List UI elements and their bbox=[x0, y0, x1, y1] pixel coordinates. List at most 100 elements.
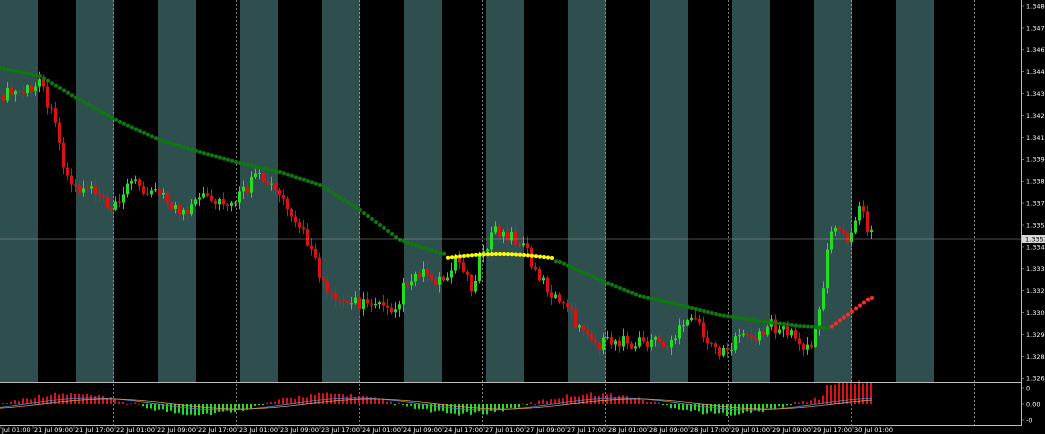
candle-body[interactable] bbox=[166, 192, 169, 203]
candle-body[interactable] bbox=[422, 269, 425, 277]
candle-body[interactable] bbox=[254, 173, 257, 177]
candle-body[interactable] bbox=[670, 340, 673, 348]
candle-body[interactable] bbox=[370, 303, 373, 305]
candle-body[interactable] bbox=[686, 320, 689, 326]
candle-body[interactable] bbox=[206, 193, 209, 196]
candle-body[interactable] bbox=[430, 274, 433, 280]
candle-body[interactable] bbox=[754, 337, 757, 341]
candle-body[interactable] bbox=[582, 325, 585, 331]
candle-body[interactable] bbox=[718, 347, 721, 356]
candle-body[interactable] bbox=[674, 338, 677, 341]
candle-body[interactable] bbox=[394, 309, 397, 313]
candle-body[interactable] bbox=[814, 328, 817, 347]
candle-body[interactable] bbox=[490, 232, 493, 250]
candle-body[interactable] bbox=[246, 186, 249, 193]
candle-body[interactable] bbox=[758, 331, 761, 341]
candle-body[interactable] bbox=[710, 343, 713, 345]
candle-body[interactable] bbox=[306, 229, 309, 246]
candle-body[interactable] bbox=[550, 292, 553, 298]
candle-body[interactable] bbox=[338, 299, 341, 301]
candle-body[interactable] bbox=[698, 318, 701, 323]
candle-body[interactable] bbox=[470, 274, 473, 292]
candle-body[interactable] bbox=[242, 186, 245, 192]
candle-body[interactable] bbox=[178, 204, 181, 215]
candle-body[interactable] bbox=[70, 175, 73, 185]
candle-body[interactable] bbox=[682, 325, 685, 327]
candle-body[interactable] bbox=[726, 347, 729, 351]
candle-body[interactable] bbox=[2, 94, 5, 101]
candle-body[interactable] bbox=[90, 186, 93, 189]
candle-body[interactable] bbox=[546, 277, 549, 293]
candle-body[interactable] bbox=[794, 330, 797, 339]
candle-body[interactable] bbox=[6, 87, 9, 101]
candle-body[interactable] bbox=[554, 294, 557, 298]
candle-body[interactable] bbox=[282, 195, 285, 199]
candle-body[interactable] bbox=[542, 277, 545, 281]
candle-body[interactable] bbox=[666, 347, 669, 349]
candle-body[interactable] bbox=[658, 336, 661, 343]
candle-body[interactable] bbox=[450, 270, 453, 278]
candle-body[interactable] bbox=[594, 340, 597, 343]
candle-body[interactable] bbox=[762, 331, 765, 335]
candle-body[interactable] bbox=[398, 304, 401, 310]
candle-body[interactable] bbox=[778, 329, 781, 333]
candle-body[interactable] bbox=[862, 206, 865, 212]
candle-body[interactable] bbox=[734, 336, 737, 350]
candle-body[interactable] bbox=[826, 249, 829, 289]
candle-body[interactable] bbox=[446, 277, 449, 281]
candle-body[interactable] bbox=[690, 317, 693, 321]
candle-body[interactable] bbox=[798, 338, 801, 345]
candle-body[interactable] bbox=[822, 288, 825, 310]
candle-body[interactable] bbox=[598, 342, 601, 351]
candle-body[interactable] bbox=[486, 249, 489, 252]
candle-body[interactable] bbox=[438, 276, 441, 285]
candle-body[interactable] bbox=[218, 199, 221, 205]
candle-body[interactable] bbox=[382, 302, 385, 306]
candle-body[interactable] bbox=[442, 276, 445, 281]
candle-body[interactable] bbox=[566, 303, 569, 308]
candle-body[interactable] bbox=[154, 189, 157, 191]
candle-body[interactable] bbox=[198, 197, 201, 200]
candle-body[interactable] bbox=[810, 344, 813, 347]
candle-body[interactable] bbox=[414, 273, 417, 282]
candle-body[interactable] bbox=[630, 343, 633, 349]
candle-body[interactable] bbox=[274, 183, 277, 191]
candle-body[interactable] bbox=[538, 268, 541, 281]
candle-body[interactable] bbox=[418, 273, 421, 277]
candle-body[interactable] bbox=[30, 85, 33, 91]
candle-body[interactable] bbox=[26, 85, 29, 94]
candle-body[interactable] bbox=[854, 220, 857, 233]
candle-body[interactable] bbox=[614, 340, 617, 345]
candle-body[interactable] bbox=[262, 172, 265, 182]
candle-body[interactable] bbox=[210, 195, 213, 201]
candle-body[interactable] bbox=[294, 216, 297, 223]
candle-body[interactable] bbox=[534, 266, 537, 269]
candle-body[interactable] bbox=[738, 335, 741, 337]
candle-body[interactable] bbox=[86, 188, 89, 190]
candle-body[interactable] bbox=[662, 342, 665, 348]
candle-body[interactable] bbox=[62, 142, 65, 168]
candle-body[interactable] bbox=[74, 184, 77, 187]
candle-body[interactable] bbox=[498, 226, 501, 237]
candle-body[interactable] bbox=[574, 309, 577, 328]
candle-body[interactable] bbox=[342, 299, 345, 301]
candle-body[interactable] bbox=[94, 186, 97, 195]
candle-body[interactable] bbox=[270, 183, 273, 185]
candle-body[interactable] bbox=[66, 167, 69, 176]
candle-body[interactable] bbox=[514, 231, 517, 245]
candle-body[interactable] bbox=[150, 190, 153, 195]
candle-body[interactable] bbox=[186, 209, 189, 215]
candle-body[interactable] bbox=[618, 340, 621, 347]
candle-body[interactable] bbox=[318, 257, 321, 278]
candle-body[interactable] bbox=[730, 349, 733, 351]
candle-body[interactable] bbox=[638, 337, 641, 347]
candle-body[interactable] bbox=[466, 271, 469, 275]
candle-body[interactable] bbox=[714, 343, 717, 348]
candle-body[interactable] bbox=[650, 339, 653, 347]
candle-body[interactable] bbox=[222, 199, 225, 205]
candle-body[interactable] bbox=[298, 222, 301, 228]
candle-body[interactable] bbox=[694, 317, 697, 319]
candle-body[interactable] bbox=[578, 325, 581, 328]
candle-body[interactable] bbox=[634, 346, 637, 349]
candle-body[interactable] bbox=[266, 181, 269, 185]
